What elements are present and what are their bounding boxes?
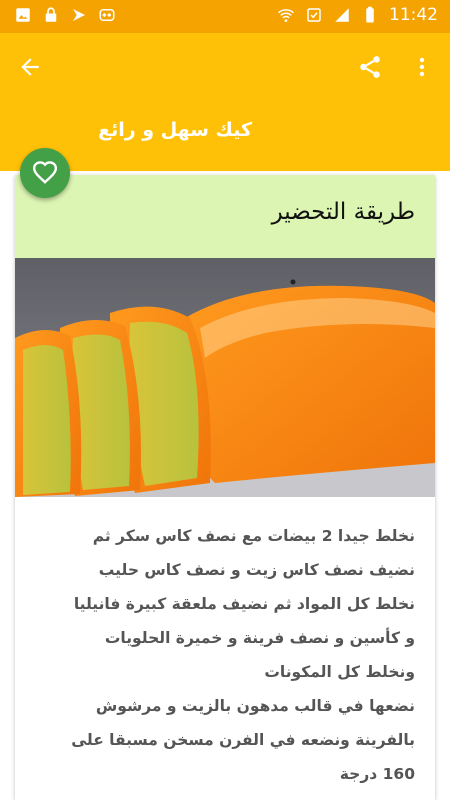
page-title: كيك سهل و رائع [98,119,252,141]
game-icon [99,9,115,21]
wifi-icon [278,9,294,22]
status-time: 11:42 [389,5,438,25]
instruction-line: 160 درجة [339,765,415,783]
favorite-button[interactable] [20,148,70,198]
instruction-line: بالفرينة ونضعه في الفرن مسخن مسبقا على [71,731,415,749]
system-icons: 11:42 [277,5,438,25]
cake-image [15,258,435,497]
instruction-line: و كأسين و نصف فرينة و خميرة الحلويات [104,629,415,647]
more-options-button[interactable] [408,51,436,83]
battery-icon [366,6,374,23]
instruction-line: نخلط جيدا 2 بيضات مع نصف كاس سكر ثم [92,527,415,545]
app-bar: كيك سهل و رائع [0,33,450,171]
gallery-icon [16,8,30,22]
section-heading: طريقة التحضير [271,199,415,225]
recipe-instructions: نخلط جيدا 2 بيضات مع نصف كاس سكر ثم نضيف… [35,519,415,791]
recipe-card: طريقة التحضير نخلط جيدا 2 بيضات مع نصف ك… [15,175,435,800]
instruction-line: نضعها في قالب مدهون بالزيت و مرشوش [95,697,415,715]
lock-icon [45,7,57,22]
back-button[interactable] [14,51,46,83]
more-vert-icon [419,57,425,77]
flag-icon [73,9,85,21]
share-button[interactable] [354,51,386,83]
sync-icon [307,8,321,22]
signal-icon [335,8,349,22]
arrow-back-icon [21,58,39,76]
instruction-line: نخلط كل المواد ثم نضيف ملعقة كبيرة فانيل… [73,595,415,613]
card-header: طريقة التحضير [15,175,435,258]
notification-icons [14,6,116,24]
instruction-line: ونخلط كل المكونات [264,663,415,681]
share-icon [360,56,380,78]
heart-icon [32,161,58,184]
status-bar: 11:42 [0,0,450,33]
instruction-line: نضيف نصف كاس زيت و نصف كاس حليب [98,561,415,579]
